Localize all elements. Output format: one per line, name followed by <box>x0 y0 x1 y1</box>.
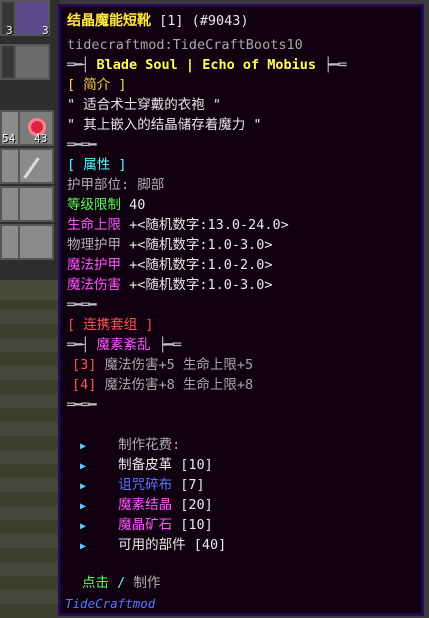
inventory-slot[interactable] <box>18 186 54 222</box>
inventory-slot-crystal[interactable]: 3 <box>14 0 50 37</box>
lore-title-row: ═━┤ Blade Soul | Echo of Mobius ┝━═ <box>67 56 347 74</box>
intro-line-1: " 适合术士穿戴的衣袍 " <box>67 97 222 113</box>
click-action: 制作 <box>133 575 161 591</box>
craft-item-row: ▶ 可用的部件 [40] <box>80 536 226 556</box>
set-header: [ 连携套组 ] <box>67 317 154 333</box>
craft-item-name: 制备皮革 <box>118 457 173 473</box>
stat-value: +<随机数字:1.0-3.0> <box>129 277 273 293</box>
arrow-icon: ▶ <box>80 501 87 512</box>
inventory-slot[interactable] <box>18 224 54 260</box>
level-requirement-row: 等级限制 40 <box>67 196 145 214</box>
craft-item-name: 魔晶矿石 <box>118 517 173 533</box>
set-bonus-text: 魔法伤害+5 生命上限+5 <box>104 357 254 373</box>
slot-count: 3 <box>6 24 13 37</box>
stat-label: 魔法护甲 <box>67 257 121 273</box>
stat-row: 物理护甲 +<随机数字:1.0-3.0> <box>67 236 273 254</box>
set-name-row: ═━┤ 魔素紊乱 ┝━═ <box>67 336 181 354</box>
arrow-icon: ▶ <box>80 521 87 532</box>
craft-item-row: ▶ 诅咒碎布 [7] <box>80 476 205 496</box>
divider: ═━═━ <box>67 297 96 313</box>
intro-line-2: " 其上嵌入的结晶储存着魔力 " <box>67 117 262 133</box>
craft-item-name: 诅咒碎布 <box>118 477 173 493</box>
item-id: (#9043) <box>191 13 249 29</box>
inventory-slot[interactable] <box>14 44 50 80</box>
slot-count: 3 <box>42 24 49 37</box>
set-left-separator: ═━┤ <box>67 337 89 353</box>
set-bonus-row: [4] 魔法伤害+8 生命上限+8 <box>72 376 253 394</box>
stat-label: 生命上限 <box>67 217 121 233</box>
arrow-icon: ▶ <box>80 481 87 492</box>
set-bonus-text: 魔法伤害+8 生命上限+8 <box>104 377 254 393</box>
level-label: 等级限制 <box>67 197 121 213</box>
set-bonus-count: [3] <box>72 357 97 373</box>
craft-item-row: ▶ 制备皮革 [10] <box>80 456 213 476</box>
arrow-icon: ▶ <box>80 461 87 472</box>
ground-texture <box>0 300 60 618</box>
stat-row: 魔法伤害 +<随机数字:1.0-3.0> <box>67 276 273 294</box>
divider: ═━═━ <box>67 137 96 153</box>
set-name: 魔素紊乱 <box>96 337 151 353</box>
item-count: [1] <box>159 13 184 29</box>
stat-label: 魔法伤害 <box>67 277 121 293</box>
mod-name: TideCraftmod <box>65 596 156 611</box>
lore-right-separator: ┝━═ <box>324 57 346 73</box>
slot-count: 54 <box>2 132 16 145</box>
item-tooltip: 结晶魔能短靴 [1] (#9043) tidecraftmod:TideCraf… <box>58 4 424 616</box>
stat-row: 魔法护甲 +<随机数字:1.0-2.0> <box>67 256 273 274</box>
stat-value: +<随机数字:13.0-24.0> <box>129 217 289 233</box>
attributes-header: [ 属性 ] <box>67 157 127 173</box>
craft-item-qty: [7] <box>180 477 205 493</box>
stat-value: +<随机数字:1.0-3.0> <box>129 237 273 253</box>
slot-count: 43 <box>34 132 48 145</box>
set-bonus-row: [3] 魔法伤害+5 生命上限+5 <box>72 356 253 374</box>
level-value: 40 <box>129 197 146 213</box>
armor-slot-label: 护甲部位: 脚部 <box>67 177 165 193</box>
registry-name: tidecraftmod:TideCraftBoots10 <box>67 37 303 53</box>
set-right-separator: ┝━═ <box>158 337 181 353</box>
lore-left-separator: ═━┤ <box>67 57 89 73</box>
craft-item-row: ▶ 魔素结晶 [20] <box>80 496 213 516</box>
craft-item-row: ▶ 魔晶矿石 [10] <box>80 516 213 536</box>
lore-title: Blade Soul | Echo of Mobius <box>96 57 316 73</box>
item-title: 结晶魔能短靴 <box>67 13 151 29</box>
set-bonus-count: [4] <box>72 377 97 393</box>
intro-header: [ 简介 ] <box>67 77 127 93</box>
stat-label: 物理护甲 <box>67 237 121 253</box>
click-separator: / <box>117 575 126 591</box>
click-to-craft-row[interactable]: 点击 / 制作 <box>82 574 160 592</box>
craft-item-name: 可用的部件 <box>118 537 186 553</box>
craft-item-name: 魔素结晶 <box>118 497 173 513</box>
craft-title-row: ▶ 制作花费: <box>80 436 180 456</box>
arrow-icon: ▶ <box>80 441 87 452</box>
divider: ═━═━ <box>67 397 96 413</box>
craft-item-qty: [20] <box>180 497 213 513</box>
inventory-slot-pickaxe[interactable] <box>18 148 54 184</box>
stat-row: 生命上限 +<随机数字:13.0-24.0> <box>67 216 289 234</box>
inventory-slot-red-item[interactable]: 43 <box>18 110 54 146</box>
stat-value: +<随机数字:1.0-2.0> <box>129 257 273 273</box>
craft-title: 制作花费: <box>118 437 181 453</box>
pickaxe-icon <box>23 157 40 179</box>
craft-item-qty: [10] <box>180 457 213 473</box>
arrow-icon: ▶ <box>80 541 87 552</box>
craft-item-qty: [40] <box>193 537 227 553</box>
click-label: 点击 <box>82 575 109 591</box>
craft-item-qty: [10] <box>180 517 213 533</box>
tooltip-title-row: 结晶魔能短靴 [1] (#9043) <box>67 12 249 30</box>
